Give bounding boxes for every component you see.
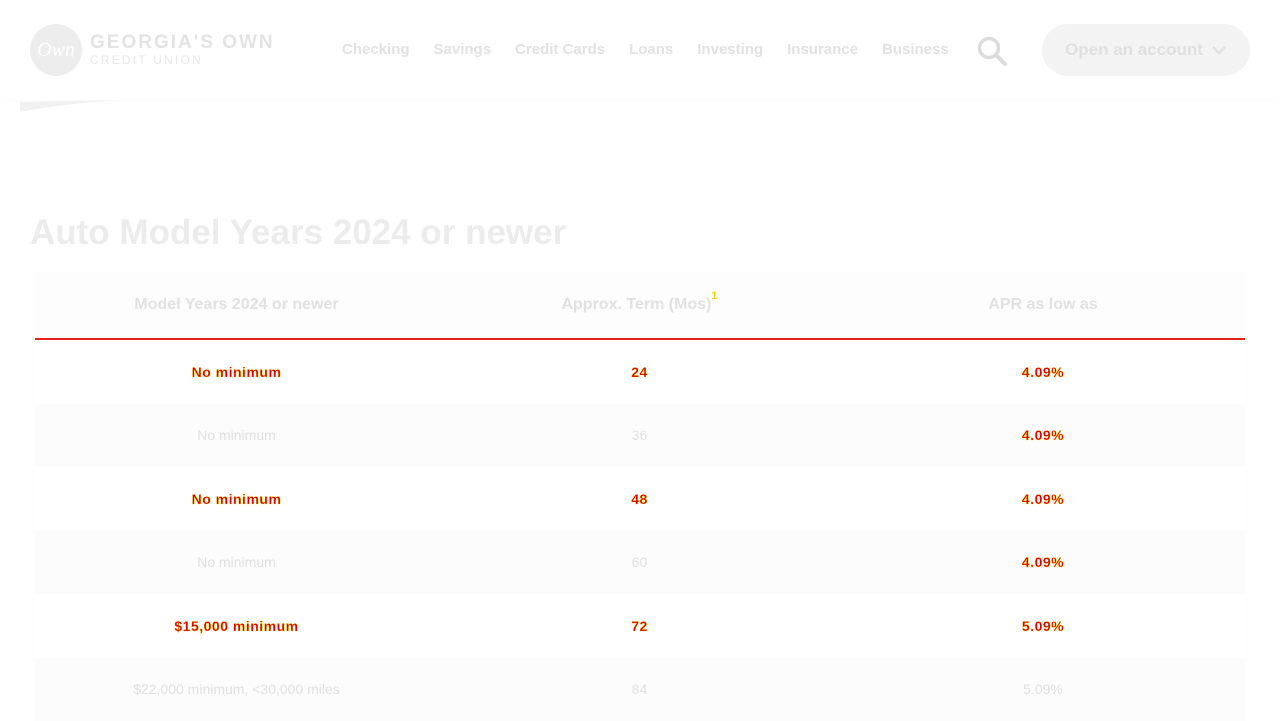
term-cell: 24 xyxy=(438,364,841,380)
term-cell: 84 xyxy=(438,681,841,697)
nav-credit-cards[interactable]: Credit Cards xyxy=(515,38,605,62)
main-nav: Checking Savings Credit Cards Loans Inve… xyxy=(330,38,961,62)
nav-insurance[interactable]: Insurance xyxy=(787,38,858,62)
footnote-link[interactable]: 1 xyxy=(711,290,717,302)
table-header: Model Years 2024 or newer Approx. Term (… xyxy=(35,272,1245,340)
nav-checking[interactable]: Checking xyxy=(342,38,410,62)
apr-cell: 4.09% xyxy=(841,364,1245,380)
apr-cell: 5.09% xyxy=(841,618,1245,634)
term-cell: 36 xyxy=(438,427,841,443)
column-header-model-years: Model Years 2024 or newer xyxy=(35,296,438,314)
apr-cell: 5.09% xyxy=(841,681,1245,697)
site-header: Own GEORGIA'S OWN CREDIT UNION Checking … xyxy=(0,0,1280,100)
nav-investing[interactable]: Investing xyxy=(697,38,763,62)
minimum-cell: No minimum xyxy=(35,491,438,507)
page-title: Auto Model Years 2024 or newer xyxy=(30,210,566,256)
logo-name: GEORGIA'S OWN xyxy=(90,33,275,53)
minimum-cell: No minimum xyxy=(35,554,438,570)
term-cell: 60 xyxy=(438,554,841,570)
open-account-button[interactable]: Open an account xyxy=(1042,24,1250,76)
minimum-cell: $15,000 minimum xyxy=(35,618,438,634)
apr-cell: 4.09% xyxy=(841,554,1245,570)
chevron-down-icon xyxy=(1211,45,1227,55)
table-row: No minimum 24 4.09% xyxy=(35,340,1245,404)
nav-business[interactable]: Business xyxy=(882,38,949,62)
minimum-cell: No minimum xyxy=(35,364,438,380)
term-cell: 48 xyxy=(438,491,841,507)
table-row: No minimum 36 4.09% xyxy=(35,404,1245,468)
decorative-swoosh xyxy=(20,100,140,112)
search-icon[interactable] xyxy=(976,35,1008,67)
column-header-term-label: Approx. Term (Mos) xyxy=(561,296,711,313)
table-row: $22,000 minimum, <30,000 miles 84 5.09% xyxy=(35,658,1245,721)
minimum-cell: $22,000 minimum, <30,000 miles xyxy=(35,681,438,697)
minimum-cell: No minimum xyxy=(35,427,438,443)
column-header-apr: APR as low as xyxy=(841,296,1245,314)
table-row: No minimum 48 4.09% xyxy=(35,467,1245,531)
open-account-label: Open an account xyxy=(1065,40,1203,60)
logo-text: GEORGIA'S OWN CREDIT UNION xyxy=(90,33,275,67)
logo-subtitle: CREDIT UNION xyxy=(90,53,275,67)
nav-savings[interactable]: Savings xyxy=(434,38,492,62)
nav-loans[interactable]: Loans xyxy=(629,38,673,62)
apr-cell: 4.09% xyxy=(841,491,1245,507)
column-header-term: Approx. Term (Mos)1 xyxy=(438,296,841,314)
table-row: $15,000 minimum 72 5.09% xyxy=(35,594,1245,658)
logo-mark: Own xyxy=(30,24,82,76)
term-cell: 72 xyxy=(438,618,841,634)
rates-table: Model Years 2024 or newer Approx. Term (… xyxy=(35,272,1245,721)
logo[interactable]: Own GEORGIA'S OWN CREDIT UNION xyxy=(30,24,275,76)
apr-cell: 4.09% xyxy=(841,427,1245,443)
table-row: No minimum 60 4.09% xyxy=(35,531,1245,595)
